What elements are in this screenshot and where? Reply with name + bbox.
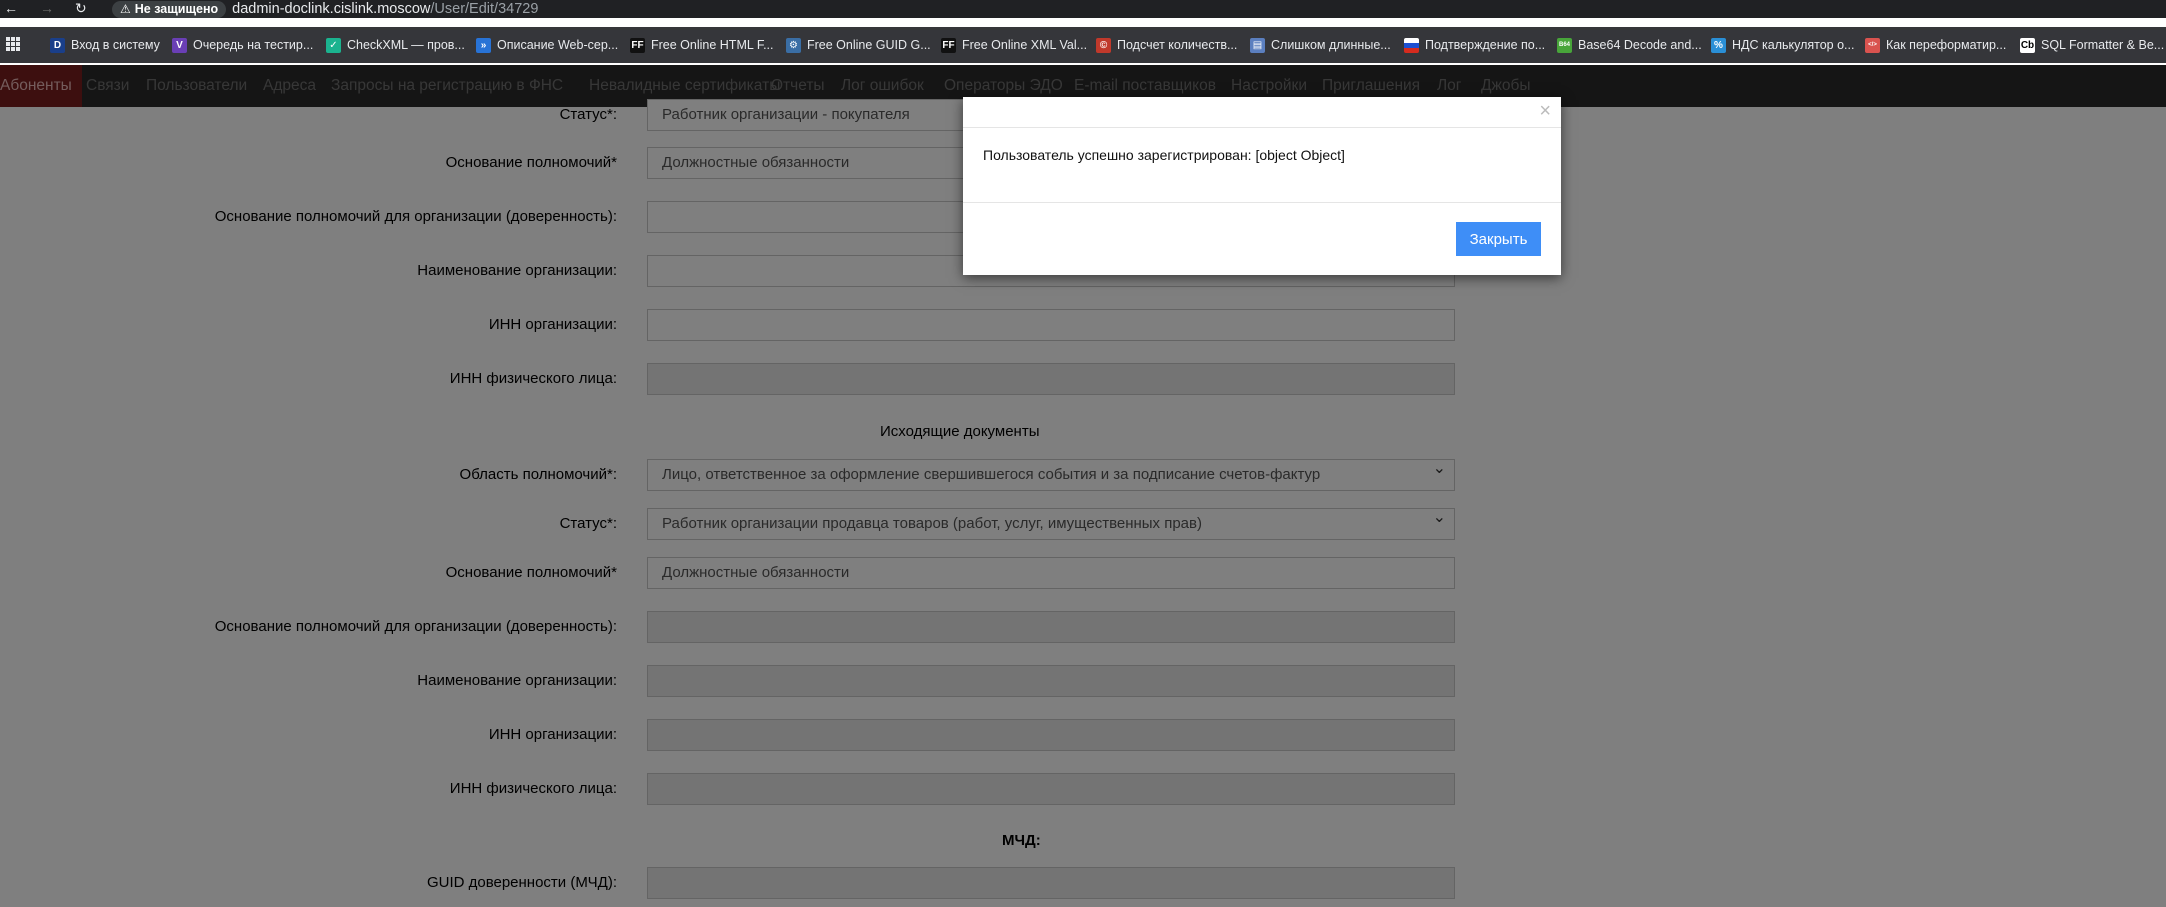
bookmark-label: Base64 Decode and... [1578,38,1702,52]
forward-arrow-icon[interactable]: → [40,1,54,15]
bookmark-item[interactable]: </> Как переформатир... [1865,27,2006,63]
dialog-footer: Закрыть [963,202,1561,276]
back-arrow-icon[interactable]: ← [4,1,18,15]
ff-logo-icon: FF [941,37,956,53]
bookmark-label: Как переформатир... [1886,38,2007,52]
close-icon[interactable]: × [1539,101,1551,121]
gear-icon: ⚙ [786,37,801,53]
bookmark-label: Очередь на тестир... [193,38,314,52]
bookmark-label: Вход в систему [71,38,160,52]
bookmark-item[interactable]: V Очередь на тестир... [172,27,313,63]
security-label: Не защищено [134,2,219,16]
russian-flag-icon [1404,37,1419,53]
bookmark-item[interactable]: Подтверждение по... [1404,27,1545,63]
bookmark-label: НДС калькулятор о... [1732,38,1855,52]
bookmark-item[interactable]: B64 Base64 Decode and... [1557,27,1702,63]
bookmark-label: Описание Web-сер... [497,38,619,52]
reload-icon[interactable]: ↻ [75,1,87,15]
bookmarks-bar: D Вход в систему V Очередь на тестир... ✓ Che… [0,27,2166,63]
checkxml-icon: ✓ [326,37,341,53]
calculator-icon: % [1711,37,1726,53]
warning-icon: ⚠ [120,2,131,16]
bookmark-item[interactable]: Cb SQL Formatter & Be... [2020,27,2164,63]
ff-logo-icon: FF [630,37,645,53]
apps-grid-icon[interactable] [6,37,20,51]
window-icon: ▤ [1250,37,1265,53]
dialog-message: Пользователь успешно зарегистрирован: [o… [983,147,1345,163]
bookmark-label: Free Online XML Val... [962,38,1088,52]
close-button[interactable]: Закрыть [1456,222,1541,256]
visual-studio-icon: V [172,37,187,53]
bookmark-label: CheckXML — пров... [347,38,465,52]
bookmark-item[interactable]: © Подсчет количеств... [1096,27,1237,63]
bookmark-label: Подсчет количеств... [1117,38,1238,52]
code-icon: </> [1865,37,1880,53]
azure-devops-icon: » [476,37,491,53]
bookmark-label: SQL Formatter & Be... [2041,38,2165,52]
security-indicator[interactable]: ⚠ Не защищено [112,0,227,18]
bookmark-label: Подтверждение по... [1425,38,1546,52]
bookmark-item[interactable]: » Описание Web-сер... [476,27,618,63]
browser-toolbar: ← → ↻ ⚠ Не защищено dadmin-doclink.cisli… [0,0,2166,18]
d-letter-icon: D [50,37,65,53]
copyright-icon: © [1096,37,1111,53]
cb-logo-icon: Cb [2020,37,2035,53]
bookmark-item[interactable]: % НДС калькулятор о... [1711,27,1854,63]
success-dialog: × Пользователь успешно зарегистрирован: … [963,97,1561,275]
bookmark-item[interactable]: D Вход в систему [50,27,160,63]
bookmark-item[interactable]: ✓ CheckXML — пров... [326,27,465,63]
url-path: /User/Edit/34729 [430,1,539,17]
bookmark-item[interactable]: FF Free Online HTML F... [630,27,774,63]
url-host: dadmin-doclink.cislink.moscow [232,1,431,17]
bookmark-item[interactable]: ⚙ Free Online GUID G... [786,27,931,63]
bookmark-item[interactable]: ▤ Слишком длинные... [1250,27,1391,63]
dialog-header: × [963,97,1561,128]
bookmark-label: Free Online HTML F... [651,38,774,52]
bookmark-label: Free Online GUID G... [807,38,931,52]
address-bar[interactable]: ⚠ Не защищено dadmin-doclink.cislink.mos… [112,0,538,18]
bookmark-label: Слишком длинные... [1271,38,1391,52]
bookmark-item[interactable]: FF Free Online XML Val... [941,27,1087,63]
base64-icon: B64 [1557,37,1572,53]
